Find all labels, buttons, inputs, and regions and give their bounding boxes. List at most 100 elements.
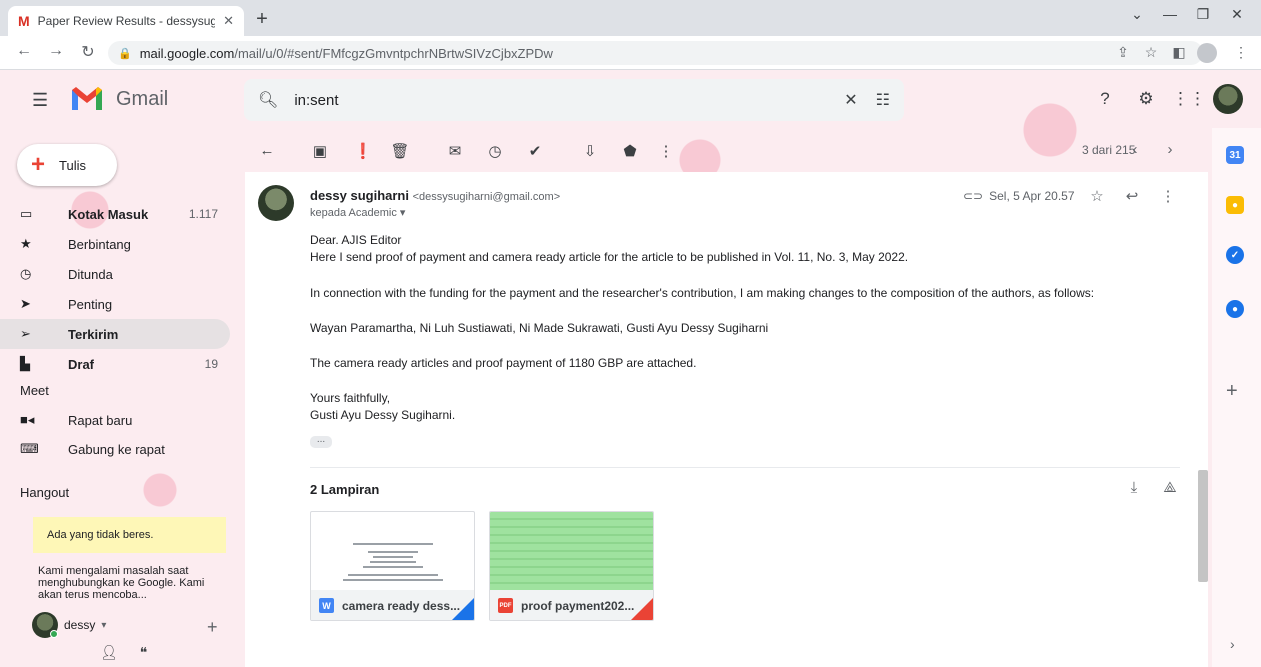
show-trimmed-content-button[interactable]: ... <box>310 435 332 448</box>
sidebar-item-important[interactable]: ➤ Penting <box>0 289 230 319</box>
file-type-corner <box>452 598 474 620</box>
show-details-icon[interactable]: ▾ <box>400 207 406 219</box>
sidebar-item-drafts[interactable]: ▙ Draf 19 <box>0 349 230 379</box>
calendar-icon[interactable]: 31 <box>1226 146 1244 164</box>
attachment-icon: ⊂⊃ <box>963 189 984 203</box>
meet-new-meeting[interactable]: ■◂ Rapat baru <box>0 405 230 435</box>
main-menu-icon[interactable]: ☰ <box>32 90 48 111</box>
message-meta: ⊂⊃ Sel, 5 Apr 20.57 <box>963 189 1075 203</box>
file-type-corner <box>631 598 653 620</box>
sidebar-item-label: Draf <box>68 356 95 372</box>
help-icon[interactable]: ? <box>1092 89 1118 109</box>
minimize-button[interactable]: — <box>1155 6 1185 22</box>
attachment-footer: W camera ready dess... <box>311 590 474 620</box>
sidebar-item-label: Ditunda <box>68 266 113 282</box>
gmail-logo-icon[interactable] <box>70 84 104 112</box>
keep-icon[interactable]: ● <box>1226 196 1244 214</box>
search-input[interactable]: in:sent <box>294 92 826 109</box>
new-conversation-icon[interactable]: + <box>207 617 218 638</box>
attachments-divider <box>310 467 1180 468</box>
bookmark-star-icon[interactable]: ☆ <box>1140 44 1162 61</box>
apps-grid-icon[interactable]: ⋮⋮ <box>1172 89 1206 109</box>
mark-unread-icon[interactable]: ✉ <box>444 142 466 160</box>
sidebar-item-sent[interactable]: ➢ Terkirim <box>0 319 230 349</box>
share-icon[interactable]: ⇪ <box>1112 44 1134 61</box>
newer-message-icon[interactable]: ‹ <box>1125 141 1145 158</box>
url-field[interactable]: 🔒 mail.google.com/mail/u/0/#sent/FMfcgzG… <box>108 41 1203 65</box>
account-avatar[interactable] <box>1213 84 1243 114</box>
hangouts-icon[interactable]: ❝ <box>140 644 148 661</box>
back-to-list-icon[interactable]: ← <box>256 142 278 159</box>
snooze-icon[interactable]: ◷ <box>484 142 506 160</box>
get-addons-icon[interactable]: + <box>1226 380 1238 403</box>
compose-plus-icon: + <box>31 151 46 178</box>
clear-search-icon[interactable]: ✕ <box>844 90 857 110</box>
sidebar-item-label: Kotak Masuk <box>68 206 149 222</box>
sidebar-item-inbox[interactable]: ▭ Kotak Masuk 1.117 <box>0 199 230 229</box>
reply-icon[interactable]: ↩ <box>1122 187 1142 205</box>
search-bar[interactable]: 🔍︎ in:sent ✕ ☷ <box>244 79 904 121</box>
add-task-icon[interactable]: ✔ <box>524 142 546 160</box>
new-tab-button[interactable]: + <box>250 8 274 31</box>
archive-icon[interactable]: ▣ <box>309 142 331 160</box>
scrollbar-thumb[interactable] <box>1198 470 1208 582</box>
tab-close-icon[interactable]: ✕ <box>223 13 234 29</box>
settings-gear-icon[interactable]: ⚙ <box>1133 89 1159 109</box>
attachments-title: 2 Lampiran <box>310 482 380 497</box>
save-to-drive-icon[interactable]: ⟁ <box>1160 479 1180 496</box>
compose-button[interactable]: + Tulis <box>17 144 117 186</box>
doc-preview-thumbnail <box>311 512 474 590</box>
tasks-icon[interactable]: ✓ <box>1226 246 1244 264</box>
download-all-icon[interactable]: ⤓ <box>1124 479 1144 496</box>
chevron-down-icon: ▾ <box>101 619 107 631</box>
draft-icon: ▙ <box>20 356 30 371</box>
chrome-menu-icon[interactable]: ⋮ <box>1230 44 1252 61</box>
forward-button[interactable]: → <box>44 42 68 60</box>
sidebar-item-label: Terkirim <box>68 326 119 342</box>
restore-button[interactable]: ❐ <box>1188 6 1218 23</box>
delete-icon[interactable]: 🗑︎ <box>389 142 411 160</box>
sidebar-item-label: Penting <box>68 296 113 312</box>
keyboard-icon: ⌨ <box>20 441 39 456</box>
video-icon: ■◂ <box>20 412 35 427</box>
older-message-icon[interactable]: › <box>1160 141 1180 158</box>
hide-panel-icon[interactable]: › <box>1230 636 1235 652</box>
online-status-icon <box>50 630 58 638</box>
reload-button[interactable]: ↻ <box>76 42 100 62</box>
url-host: mail.google.com <box>139 45 235 61</box>
sender-line: dessy sugiharni <dessysugiharni@gmail.co… <box>310 188 560 203</box>
sidebar-item-label: Berbintang <box>68 236 131 252</box>
message-body-line: Yours faithfully, <box>310 391 391 405</box>
attachment-card-doc[interactable]: W camera ready dess... <box>310 511 475 621</box>
sidebar-item-snoozed[interactable]: ◷ Ditunda <box>0 259 230 289</box>
profile-avatar-icon[interactable] <box>1197 43 1217 63</box>
search-icon[interactable]: 🔍︎ <box>258 90 278 110</box>
message-body-line: Wayan Paramartha, Ni Luh Sustiawati, Ni … <box>310 321 769 335</box>
back-button[interactable]: ← <box>12 42 36 60</box>
attachment-card-pdf[interactable]: PDF proof payment202... <box>489 511 654 621</box>
meet-join-meeting[interactable]: ⌨ Gabung ke rapat <box>0 434 230 464</box>
gmail-favicon-icon: M <box>18 13 30 29</box>
hangout-avatar <box>32 612 58 638</box>
contacts-panel-icon[interactable]: ● <box>1226 300 1244 318</box>
report-spam-icon[interactable]: ❗ <box>352 142 374 160</box>
star-message-icon[interactable]: ☆ <box>1087 187 1107 205</box>
inbox-icon: ▭ <box>20 206 33 221</box>
hangout-user[interactable]: dessy ▾ <box>32 612 106 638</box>
sender-avatar[interactable] <box>258 185 294 221</box>
sidebar-item-starred[interactable]: ★ Berbintang <box>0 229 230 259</box>
more-actions-icon[interactable]: ⋮ <box>655 142 677 160</box>
message-body-line: The camera ready articles and proof paym… <box>310 356 697 370</box>
label-icon[interactable]: ⬟ <box>619 142 641 160</box>
search-options-icon[interactable]: ☷ <box>876 90 890 110</box>
move-to-icon[interactable]: ⇩ <box>579 142 601 160</box>
sender-name[interactable]: dessy sugiharni <box>310 188 409 203</box>
recipient-line[interactable]: kepada Academic ▾ <box>310 206 405 219</box>
browser-tab[interactable]: M Paper Review Results - dessysugi ✕ <box>8 6 244 36</box>
close-window-button[interactable]: ✕ <box>1222 6 1252 23</box>
sidebar-item-count: 1.117 <box>188 207 218 221</box>
message-more-icon[interactable]: ⋮ <box>1158 187 1178 205</box>
contacts-icon[interactable]: 👤︎ <box>100 644 118 661</box>
sidepanel-icon[interactable]: ◧ <box>1168 44 1190 61</box>
tab-search-icon[interactable]: ⌄ <box>1122 6 1152 23</box>
